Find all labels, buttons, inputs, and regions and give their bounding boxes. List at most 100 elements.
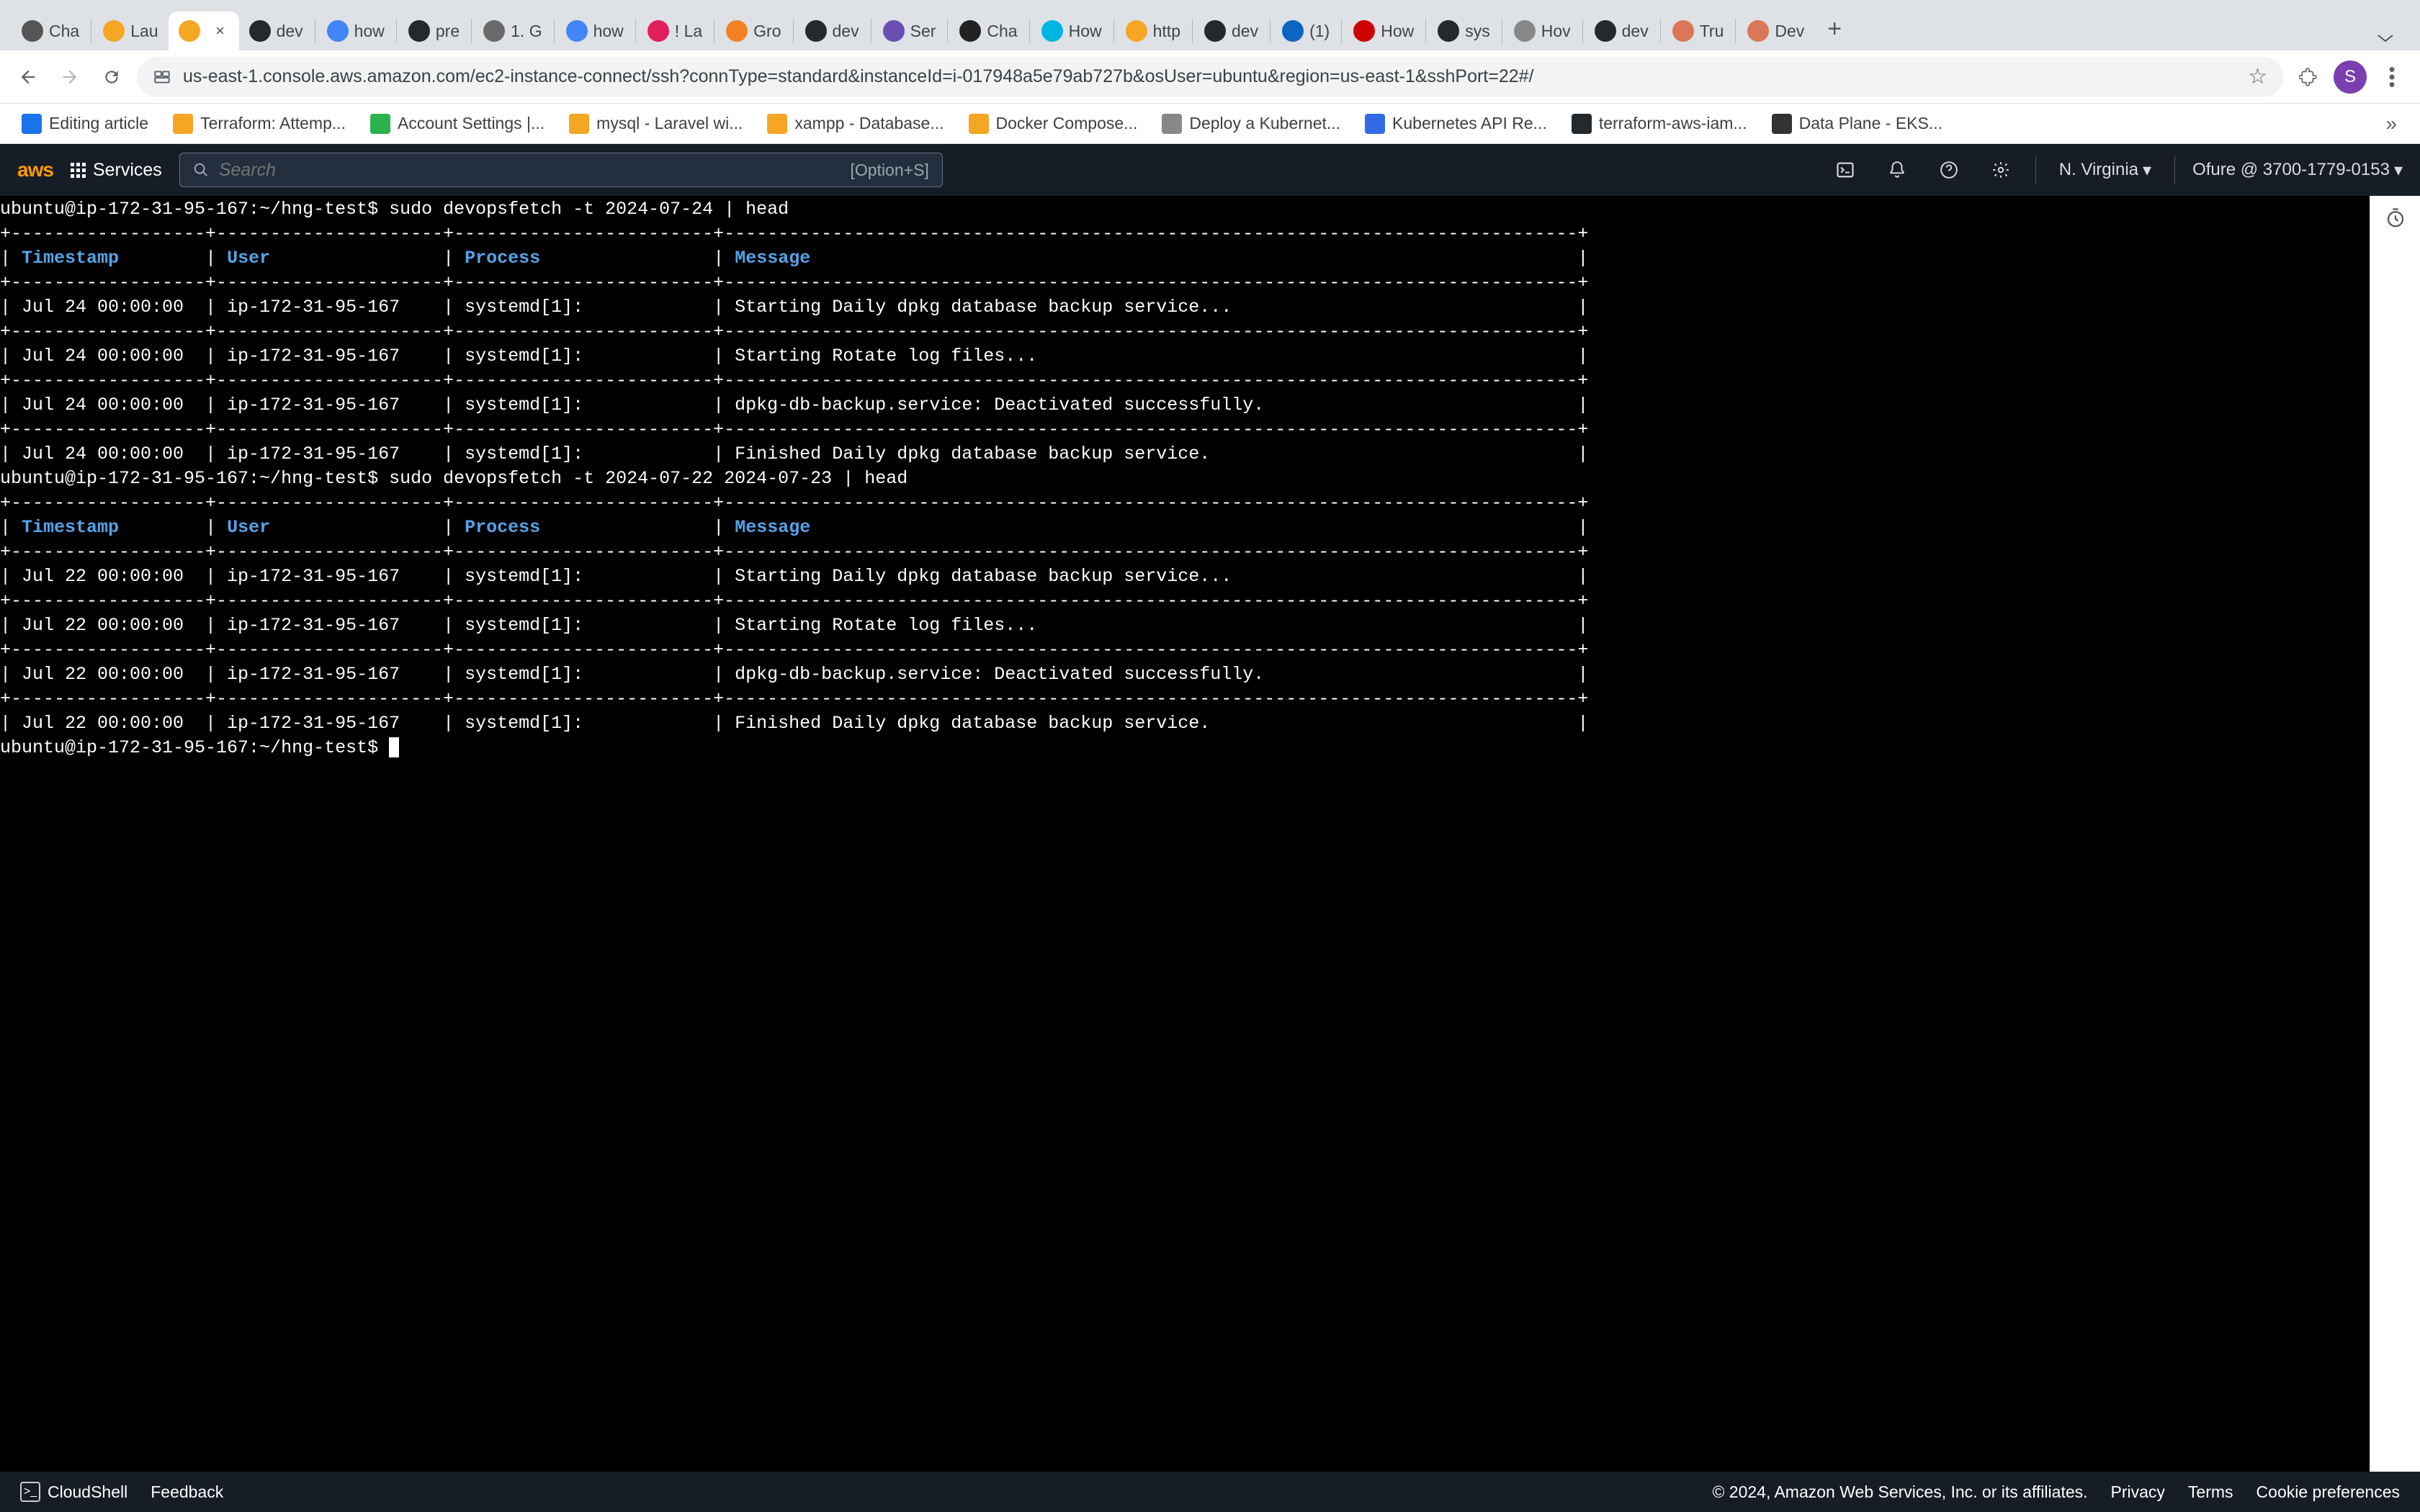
notifications-icon[interactable] <box>1880 153 1914 187</box>
browser-tab[interactable]: (1) <box>1272 12 1340 50</box>
browser-tab[interactable]: ! La <box>637 12 712 50</box>
browser-tab[interactable]: Gro <box>716 12 791 50</box>
tab-separator <box>1341 19 1342 43</box>
terms-link[interactable]: Terms <box>2188 1482 2233 1502</box>
tab-separator <box>1029 19 1030 43</box>
browser-tab[interactable]: Tru <box>1662 12 1734 50</box>
extensions-icon[interactable] <box>2292 60 2325 94</box>
terminal-container: ubuntu@ip-172-31-95-167:~/hng-test$ sudo… <box>0 196 2420 1472</box>
bookmark-item[interactable]: terraform-aws-iam... <box>1561 109 1757 138</box>
browser-tab[interactable]: Dev <box>1737 12 1814 50</box>
cloudshell-nav-icon[interactable] <box>1828 153 1863 187</box>
bookmarks-overflow-icon[interactable]: » <box>2374 112 2408 135</box>
bookmark-favicon <box>22 114 42 134</box>
favicon <box>1438 20 1459 42</box>
favicon <box>103 20 125 42</box>
reload-button[interactable] <box>95 60 128 94</box>
bookmark-item[interactable]: Kubernetes API Re... <box>1355 109 1557 138</box>
browser-tab[interactable]: How <box>1031 12 1112 50</box>
tab-title: how <box>354 22 385 41</box>
bookmark-item[interactable]: Account Settings |... <box>360 109 555 138</box>
favicon <box>1282 20 1304 42</box>
browser-tab[interactable]: Hov <box>1504 12 1581 50</box>
bookmark-favicon <box>1572 114 1592 134</box>
help-icon[interactable] <box>1932 153 1966 187</box>
aws-search-input[interactable] <box>219 160 841 181</box>
browser-tab[interactable]: 1. G <box>473 12 552 50</box>
browser-tab[interactable]: dev <box>795 12 869 50</box>
tab-title: How <box>1381 22 1414 41</box>
aws-nav-bar: aws Services [Option+S] N. Virginia ▾ Of… <box>0 144 2420 196</box>
tab-separator <box>1582 19 1583 43</box>
favicon <box>22 20 43 42</box>
browser-tab[interactable]: dev <box>239 12 313 50</box>
browser-tab[interactable]: × <box>169 12 239 50</box>
close-icon[interactable]: × <box>212 22 229 40</box>
session-timer-icon[interactable] <box>2385 207 2406 229</box>
browser-tab[interactable]: http <box>1116 12 1191 50</box>
tab-separator <box>1660 19 1661 43</box>
cloudshell-button[interactable]: >_ CloudShell <box>20 1482 127 1502</box>
profile-avatar[interactable]: S <box>2334 60 2367 94</box>
browser-tab[interactable]: dev <box>1585 12 1659 50</box>
cookie-prefs-link[interactable]: Cookie preferences <box>2257 1482 2400 1502</box>
bookmark-label: terraform-aws-iam... <box>1599 114 1747 133</box>
favicon <box>179 20 200 42</box>
bookmark-item[interactable]: Docker Compose... <box>959 109 1148 138</box>
chrome-menu-icon[interactable] <box>2375 60 2408 94</box>
bookmark-favicon <box>767 114 787 134</box>
favicon <box>249 20 271 42</box>
browser-tab[interactable]: How <box>1343 12 1424 50</box>
bookmark-item[interactable]: Data Plane - EKS... <box>1762 109 1953 138</box>
browser-tab[interactable]: Cha <box>12 12 89 50</box>
browser-tab[interactable]: how <box>317 12 395 50</box>
tab-title: Cha <box>987 22 1017 41</box>
favicon <box>1595 20 1616 42</box>
browser-tab[interactable]: sys <box>1428 12 1500 50</box>
site-info-icon[interactable] <box>153 68 171 86</box>
aws-logo[interactable]: aws <box>17 158 53 181</box>
terminal[interactable]: ubuntu@ip-172-31-95-167:~/hng-test$ sudo… <box>0 196 2370 1472</box>
browser-tab[interactable]: Ser <box>873 12 946 50</box>
favicon <box>1747 20 1769 42</box>
bookmark-item[interactable]: mysql - Laravel wi... <box>559 109 753 138</box>
forward-button[interactable] <box>53 60 86 94</box>
account-menu[interactable]: Ofure @ 3700-1779-0153 ▾ <box>2192 160 2403 181</box>
tab-separator <box>1735 19 1736 43</box>
services-menu[interactable]: Services <box>71 160 162 181</box>
feedback-link[interactable]: Feedback <box>151 1482 223 1502</box>
favicon <box>1514 20 1536 42</box>
tab-title: Dev <box>1775 22 1804 41</box>
bookmark-item[interactable]: xampp - Database... <box>757 109 954 138</box>
bookmark-star-icon[interactable]: ☆ <box>2248 64 2267 89</box>
tab-title: dev <box>1232 22 1258 41</box>
bookmark-item[interactable]: Terraform: Attemp... <box>163 109 356 138</box>
tab-separator <box>1192 19 1193 43</box>
tab-list-button[interactable] <box>2362 32 2408 50</box>
tab-title: Hov <box>1541 22 1571 41</box>
tab-title: how <box>593 22 624 41</box>
browser-tab[interactable]: how <box>556 12 634 50</box>
browser-tab[interactable]: dev <box>1194 12 1268 50</box>
favicon <box>805 20 827 42</box>
browser-tab[interactable]: Lau <box>93 12 168 50</box>
region-selector[interactable]: N. Virginia ▾ <box>2053 160 2157 181</box>
chevron-down-icon: ▾ <box>2143 160 2151 181</box>
terminal-sidebar <box>2370 196 2420 1472</box>
aws-search-box[interactable]: [Option+S] <box>179 153 943 187</box>
bookmark-item[interactable]: Editing article <box>12 109 158 138</box>
favicon <box>408 20 430 42</box>
tab-title: dev <box>277 22 303 41</box>
favicon <box>483 20 505 42</box>
privacy-link[interactable]: Privacy <box>2111 1482 2165 1502</box>
settings-icon[interactable] <box>1984 153 2018 187</box>
new-tab-button[interactable]: + <box>1814 15 1855 50</box>
address-bar[interactable]: us-east-1.console.aws.amazon.com/ec2-ins… <box>137 57 2283 97</box>
tab-separator <box>793 19 794 43</box>
browser-tab[interactable]: Cha <box>949 12 1027 50</box>
back-button[interactable] <box>12 60 45 94</box>
browser-tab[interactable]: pre <box>398 12 470 50</box>
bookmark-favicon <box>1772 114 1792 134</box>
bookmark-item[interactable]: Deploy a Kubernet... <box>1152 109 1350 138</box>
bookmark-label: Docker Compose... <box>996 114 1138 133</box>
